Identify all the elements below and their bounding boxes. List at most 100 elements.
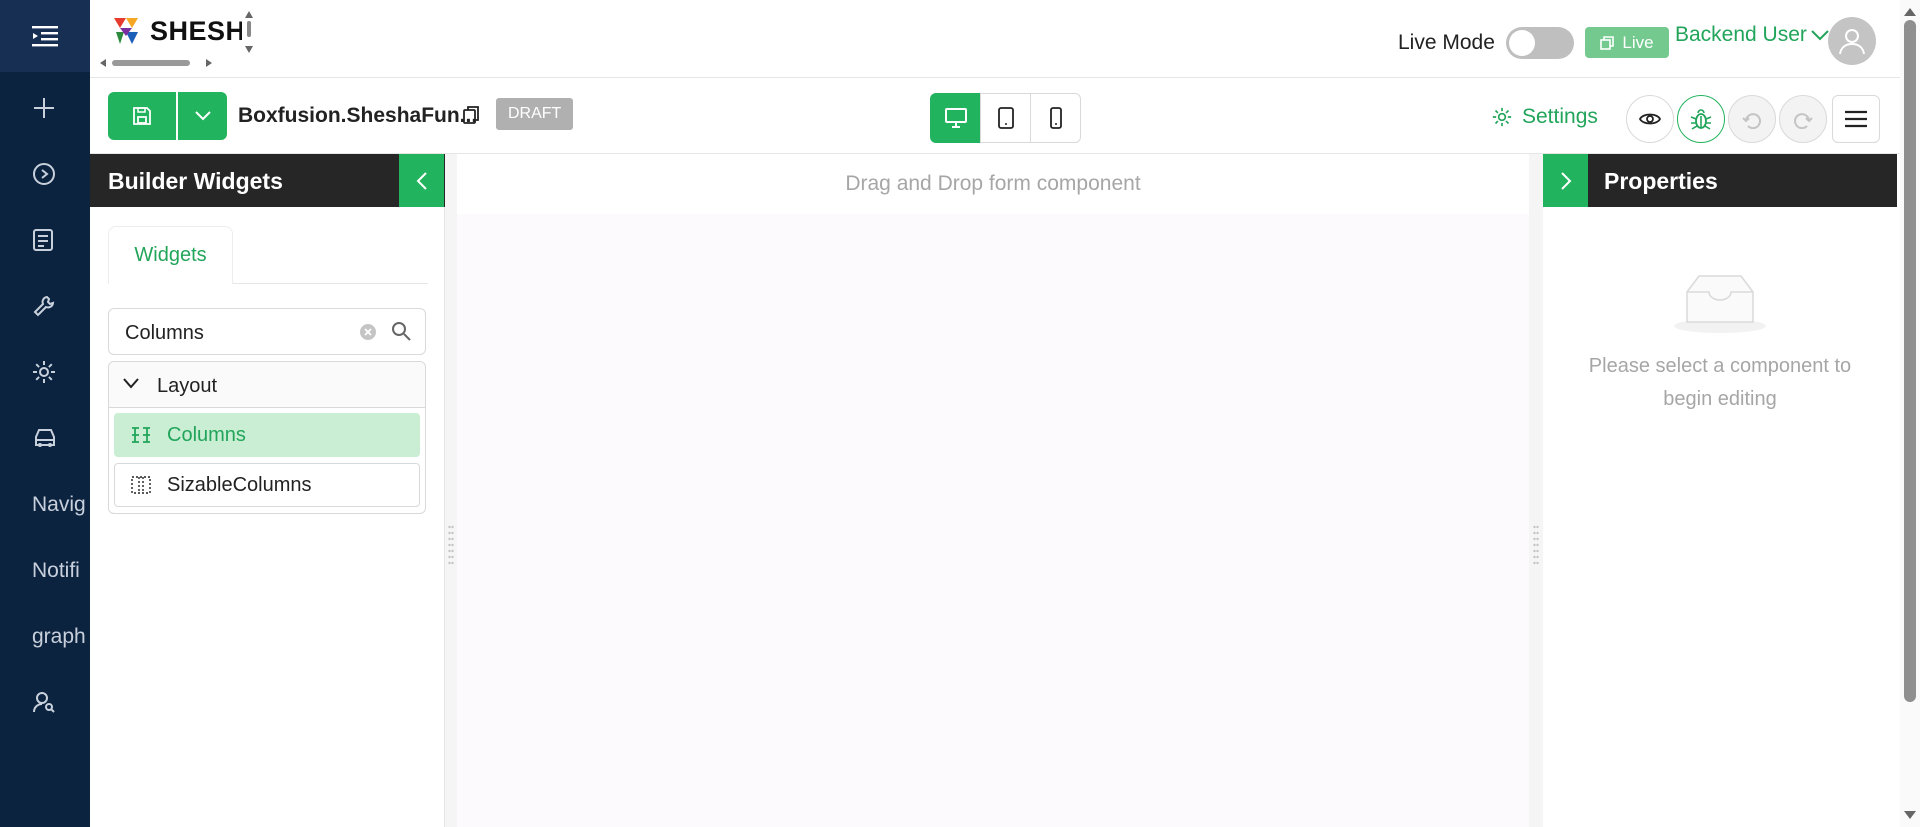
empty-state-line: Please select a component to [1588,355,1852,377]
nav-item-tools[interactable] [0,286,90,326]
nav-item-play[interactable] [0,154,90,194]
chevron-down-icon [123,378,139,389]
nav-item-car[interactable] [0,418,90,458]
scroll-down-arrow-icon[interactable] [1900,807,1920,823]
logo-scroll-arrows-icon[interactable] [244,8,254,54]
form-canvas: Drag and Drop form component [457,154,1529,827]
empty-inbox-icon [1674,275,1766,333]
nav-item-label: graph [32,625,86,648]
top-header: SHESHA Live Mode Live Backend User [90,0,1900,78]
undo-button[interactable] [1728,95,1776,143]
scroll-thumb[interactable] [1904,20,1916,702]
canvas-hint: Drag and Drop form component [845,172,1141,195]
drag-handle-icon [1533,525,1539,565]
form-name: Boxfusion.SheshaFun... [238,104,478,127]
copy-icon[interactable] [462,105,480,125]
chevron-left-icon [416,171,427,190]
nav-item-notifications[interactable]: Notifi [0,551,90,591]
status-badge-label: DRAFT [508,105,562,122]
desktop-icon [944,108,967,128]
live-button[interactable]: Live [1585,27,1669,58]
mobile-mode-button[interactable] [1030,93,1081,143]
logo: SHESHA [110,8,254,54]
avatar[interactable] [1828,17,1876,65]
widget-item-sizablecolumns[interactable]: SizableColumns [114,463,420,507]
properties-panel: Properties Please select a component to … [1543,154,1897,827]
page-scrollbar[interactable] [1900,0,1920,827]
nav-item-add[interactable] [0,88,90,128]
more-menu-button[interactable] [1832,95,1880,143]
user-menu[interactable]: Backend User [1675,23,1829,47]
clear-icon[interactable] [359,323,377,341]
settings-label: Settings [1522,105,1598,128]
nav-item-navigation[interactable]: Navig [0,485,90,525]
right-splitter[interactable] [1529,154,1543,827]
live-button-label: Live [1622,32,1654,52]
scroll-up-arrow-icon[interactable] [1900,4,1920,20]
gear-icon [1492,107,1512,127]
group-header[interactable]: Layout [109,362,425,408]
copy-icon [1600,35,1615,50]
play-circle-icon [33,163,55,185]
drag-handle-icon [448,525,454,565]
left-navigation: Navig Notifi graph [0,0,90,827]
collapse-panel-button[interactable] [399,154,444,207]
properties-header: Properties [1588,154,1897,207]
gear-icon [33,361,55,383]
car-icon [35,429,55,447]
debug-button[interactable] [1677,95,1725,143]
nav-item-settings[interactable] [0,352,90,392]
user-name: Backend User [1675,23,1807,46]
widget-label: SizableColumns [167,473,312,496]
widget-search-input[interactable]: Columns [108,308,426,355]
menu-toggle-button[interactable] [0,0,90,72]
save-icon [133,107,151,125]
panel-title: Properties [1604,168,1718,194]
shesha-logo-icon [114,18,138,44]
book-icon [33,229,53,251]
empty-state-text: Please select a component to begin editi… [1543,350,1897,416]
nav-item-label: Notifi [32,559,80,582]
panel-title: Builder Widgets [108,168,283,194]
group-label: Layout [157,375,218,397]
search-icon[interactable] [391,321,411,341]
wrench-icon [33,295,55,317]
empty-state-line: begin editing [1663,388,1777,410]
nav-item-book[interactable] [0,220,90,260]
switch-knob [1509,30,1535,56]
settings-button[interactable]: Settings [1492,105,1598,129]
save-options-dropdown[interactable] [178,92,227,140]
redo-icon [1794,113,1813,129]
redo-button[interactable] [1779,95,1827,143]
tablet-mode-button[interactable] [980,93,1031,143]
preview-button[interactable] [1626,95,1674,143]
chevron-right-icon [1560,171,1571,190]
widget-label: Columns [167,423,246,446]
sizable-columns-icon [131,476,151,494]
search-value: Columns [125,322,204,344]
collapse-properties-button[interactable] [1543,154,1588,207]
tab-label: Widgets [134,244,207,266]
live-mode-switch[interactable] [1506,27,1574,59]
mobile-icon [1049,107,1062,129]
desktop-mode-button[interactable] [930,93,981,143]
menu-fold-icon [32,26,58,47]
bug-icon [1690,109,1712,130]
chevron-down-icon [1811,30,1829,41]
tablet-icon [997,107,1014,129]
widget-item-columns[interactable]: Columns [114,413,420,457]
nav-item-users[interactable] [0,682,90,722]
eye-icon [1639,113,1661,125]
tab-widgets[interactable]: Widgets [108,226,233,284]
left-splitter[interactable] [445,154,457,827]
logo-text: SHESHA [150,15,242,46]
drop-zone[interactable] [457,214,1529,827]
live-mode-label: Live Mode [1398,31,1495,54]
save-button[interactable] [108,92,176,140]
nav-item-graph[interactable]: graph [0,617,90,657]
user-search-icon [33,692,55,713]
plus-icon [34,98,54,118]
builder-widgets-panel: Builder Widgets Widgets Columns Layout C… [90,154,445,827]
columns-icon [132,427,150,443]
logo-horizontal-scrollbar[interactable] [100,58,212,68]
